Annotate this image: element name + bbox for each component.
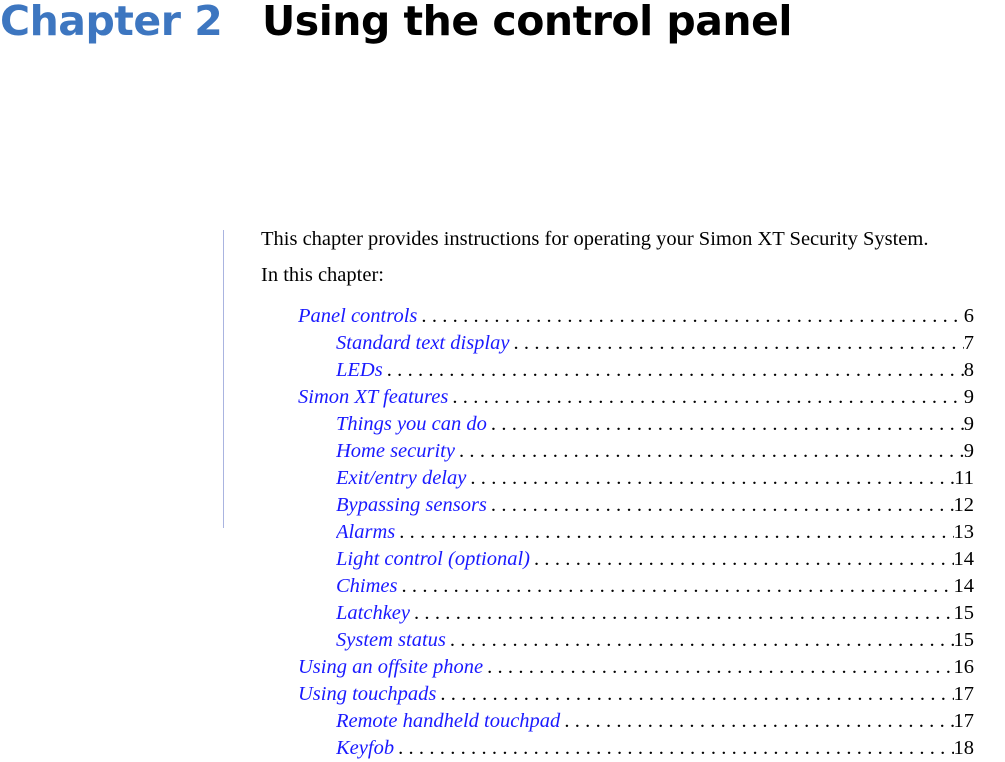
toc-link[interactable]: Remote handheld touchpad bbox=[336, 708, 560, 735]
toc-page-number: 17 bbox=[953, 683, 975, 705]
toc-leader: ........................................… bbox=[564, 710, 953, 732]
toc-leader: ........................................… bbox=[440, 683, 953, 705]
toc-entry[interactable]: Chimes..................................… bbox=[336, 573, 974, 600]
toc-link[interactable]: Chimes bbox=[336, 573, 398, 600]
toc-page-number: 9 bbox=[963, 440, 974, 462]
toc-page-number: 9 bbox=[963, 413, 974, 435]
toc-entry[interactable]: Remote handheld touchpad................… bbox=[336, 708, 974, 735]
intro-paragraph: This chapter provides instructions for o… bbox=[261, 228, 929, 250]
toc-leader: ........................................… bbox=[534, 548, 954, 570]
toc-entry[interactable]: Latchkey................................… bbox=[336, 600, 974, 627]
toc-leader: ........................................… bbox=[513, 332, 963, 354]
toc-page-number: 14 bbox=[953, 548, 975, 570]
toc-page-number: 12 bbox=[953, 494, 975, 516]
toc-entry[interactable]: System status...........................… bbox=[336, 627, 974, 654]
toc-leader: ........................................… bbox=[449, 629, 954, 651]
toc-page-number: 18 bbox=[953, 737, 975, 759]
toc-link[interactable]: Bypassing sensors bbox=[336, 492, 487, 519]
toc-page-number: 15 bbox=[953, 629, 975, 651]
toc-page-number: 6 bbox=[963, 305, 974, 327]
toc-entry[interactable]: Light control (optional)................… bbox=[336, 546, 974, 573]
toc-entry[interactable]: Simon XT features.......................… bbox=[298, 384, 974, 411]
toc-entry[interactable]: Things you can do.......................… bbox=[336, 411, 974, 438]
toc-entry[interactable]: Exit/entry delay........................… bbox=[336, 465, 974, 492]
chapter-title: Using the control panel bbox=[262, 0, 792, 45]
toc-entry[interactable]: Home security...........................… bbox=[336, 438, 974, 465]
toc-leader: ........................................… bbox=[490, 494, 954, 516]
toc-link[interactable]: LEDs bbox=[336, 357, 383, 384]
toc-page-number: 7 bbox=[963, 332, 974, 354]
toc-page-number: 8 bbox=[963, 359, 974, 381]
toc-page-number: 14 bbox=[953, 575, 975, 597]
toc-link[interactable]: Panel controls bbox=[298, 303, 417, 330]
chapter-label: Chapter 2 bbox=[0, 0, 223, 45]
toc-leader: ........................................… bbox=[490, 413, 964, 435]
toc-link[interactable]: Standard text display bbox=[336, 330, 509, 357]
toc-leader: ........................................… bbox=[401, 575, 954, 597]
toc-entry[interactable]: LEDs....................................… bbox=[336, 357, 974, 384]
toc-leader: ........................................… bbox=[487, 656, 954, 678]
toc-leader: ........................................… bbox=[398, 737, 953, 759]
toc-link[interactable]: Home security bbox=[336, 438, 455, 465]
toc-link[interactable]: Latchkey bbox=[336, 600, 410, 627]
toc-leader: ........................................… bbox=[421, 305, 964, 327]
toc-link[interactable]: Using touchpads bbox=[298, 681, 436, 708]
toc-page-number: 13 bbox=[953, 521, 975, 543]
toc-link[interactable]: Using an offsite phone bbox=[298, 654, 483, 681]
in-this-chapter-label: In this chapter: bbox=[261, 264, 384, 286]
toc-link[interactable]: Keyfob bbox=[336, 735, 394, 762]
toc-page-number: 15 bbox=[953, 602, 975, 624]
toc-leader: ........................................… bbox=[414, 602, 954, 624]
toc-entry[interactable]: Using touchpads.........................… bbox=[298, 681, 974, 708]
toc-page-number: 16 bbox=[953, 656, 975, 678]
toc-entry[interactable]: Keyfob..................................… bbox=[336, 735, 974, 762]
toc-leader: ........................................… bbox=[399, 521, 953, 543]
toc-link[interactable]: Exit/entry delay bbox=[336, 465, 466, 492]
toc-link[interactable]: Things you can do bbox=[336, 411, 487, 438]
toc-leader: ........................................… bbox=[386, 359, 964, 381]
toc-page-number: 17 bbox=[953, 710, 975, 732]
toc-entry[interactable]: Panel controls..........................… bbox=[298, 303, 974, 330]
toc-leader: ........................................… bbox=[458, 440, 964, 462]
toc-page-number: 9 bbox=[963, 386, 974, 408]
toc-leader: ........................................… bbox=[452, 386, 964, 408]
toc-link[interactable]: System status bbox=[336, 627, 446, 654]
toc-entry[interactable]: Using an offsite phone..................… bbox=[298, 654, 974, 681]
toc-link[interactable]: Alarms bbox=[336, 519, 395, 546]
toc-link[interactable]: Simon XT features bbox=[298, 384, 448, 411]
toc-leader: ........................................… bbox=[470, 467, 954, 489]
toc-link[interactable]: Light control (optional) bbox=[336, 546, 530, 573]
margin-divider bbox=[223, 230, 224, 528]
toc-page-number: 11 bbox=[954, 467, 974, 489]
toc-entry[interactable]: Standard text display...................… bbox=[336, 330, 974, 357]
toc-entry[interactable]: Bypassing sensors.......................… bbox=[336, 492, 974, 519]
toc-entry[interactable]: Alarms..................................… bbox=[336, 519, 974, 546]
